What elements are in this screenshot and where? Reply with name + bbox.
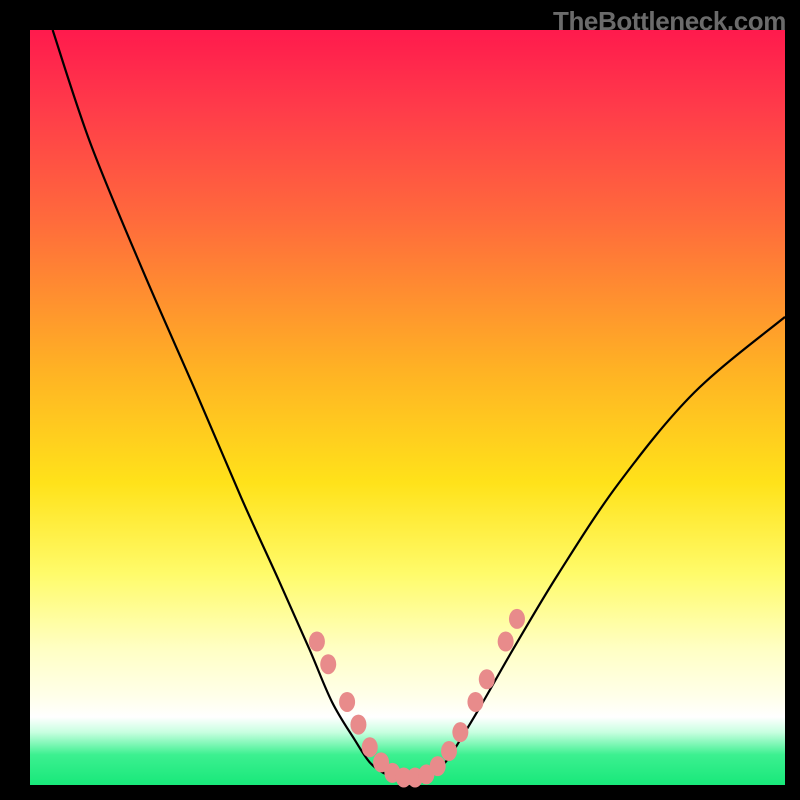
highlight-dot [452, 722, 468, 742]
highlight-dot [339, 692, 355, 712]
highlight-dot [350, 715, 366, 735]
highlight-dot [309, 632, 325, 652]
highlight-dot [479, 669, 495, 689]
highlight-dot [441, 741, 457, 761]
highlight-dot [467, 692, 483, 712]
highlight-dot [430, 756, 446, 776]
bottleneck-curve-svg [30, 30, 785, 785]
highlight-dot [320, 654, 336, 674]
highlight-dots [309, 609, 525, 788]
highlight-dot [362, 737, 378, 757]
chart-frame: TheBottleneck.com [0, 0, 800, 800]
highlight-dot [498, 632, 514, 652]
highlight-dot [509, 609, 525, 629]
bottleneck-curve [53, 30, 785, 778]
plot-area [30, 30, 785, 785]
